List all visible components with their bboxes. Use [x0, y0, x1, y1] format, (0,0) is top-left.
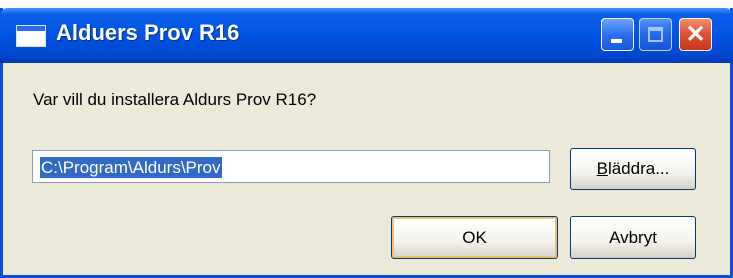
maximize-icon — [648, 27, 663, 42]
window-title: Alduers Prov R16 — [56, 20, 240, 45]
install-path-value: C:\Program\Aldurs\Prov — [40, 157, 222, 178]
minimize-icon — [611, 39, 622, 43]
title-bar[interactable]: Alduers Prov R16 ✕ — [0, 8, 733, 63]
maximize-button — [639, 18, 672, 51]
cancel-button[interactable]: Avbryt — [570, 216, 696, 259]
browse-button[interactable]: Bläddra... — [570, 148, 696, 190]
browse-label: läddra... — [607, 159, 670, 178]
install-location-prompt: Var vill du installera Aldurs Prov R16? — [33, 90, 317, 109]
browse-mnemonic: B — [596, 159, 608, 178]
ok-button[interactable]: OK — [391, 216, 558, 259]
close-button[interactable]: ✕ — [679, 18, 712, 51]
close-icon: ✕ — [685, 21, 706, 48]
minimize-button[interactable] — [601, 18, 634, 51]
installer-dialog: Alduers Prov R16 ✕ Var vill du installer… — [0, 8, 733, 278]
install-path-field[interactable]: C:\Program\Aldurs\Prov — [32, 150, 550, 183]
app-window-icon — [16, 25, 46, 47]
